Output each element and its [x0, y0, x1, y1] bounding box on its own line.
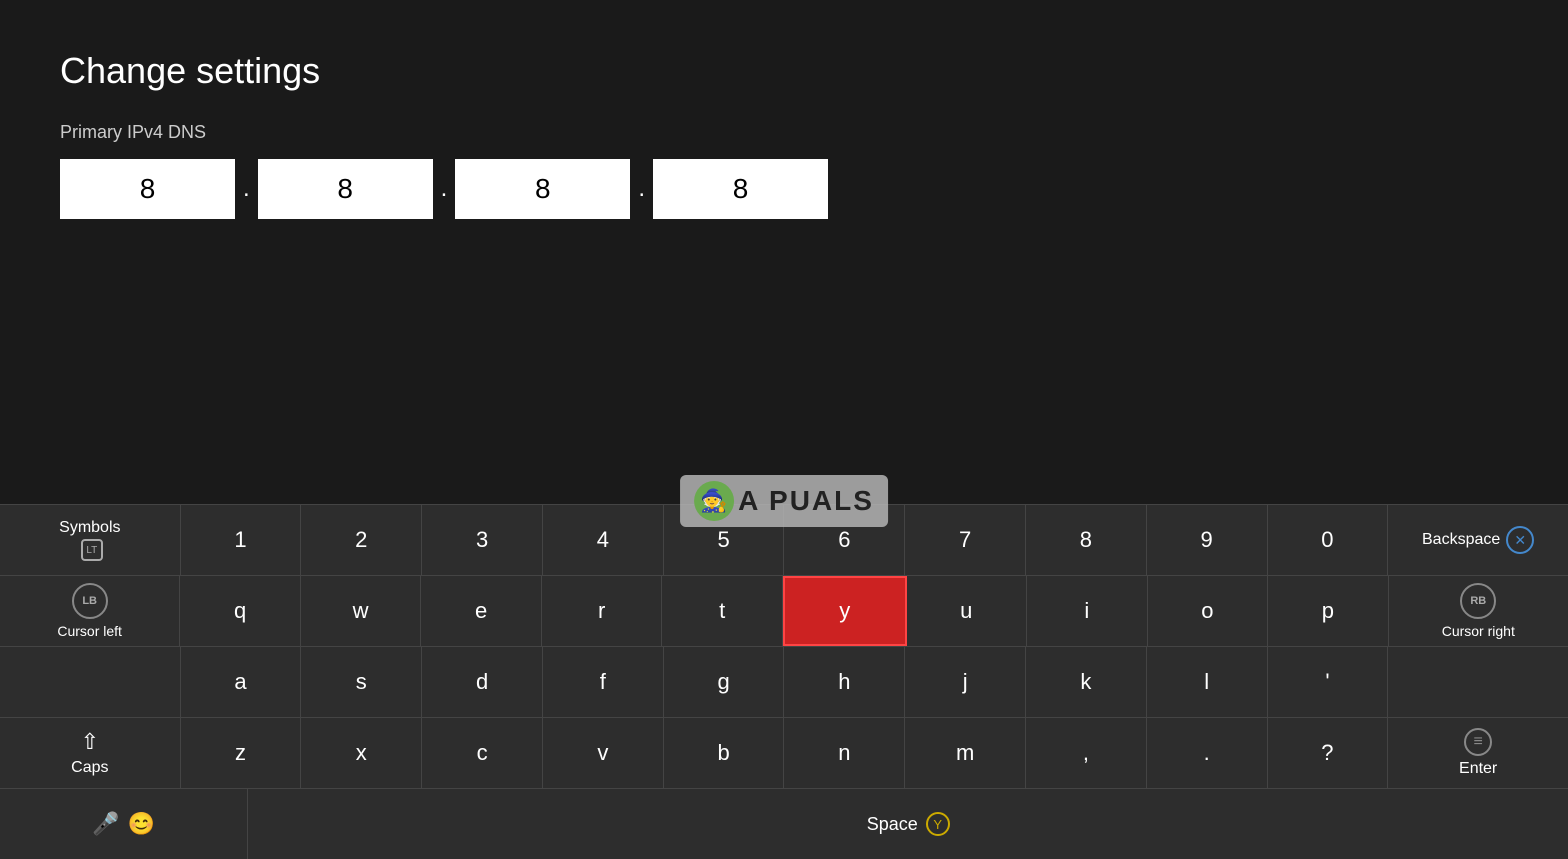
enter-icon: ≡ — [1464, 728, 1492, 756]
mic-emoji-key[interactable]: 🎤 😊 — [0, 789, 248, 859]
key-c[interactable]: c — [422, 718, 543, 788]
key-q[interactable]: q — [180, 576, 301, 646]
key-m[interactable]: m — [905, 718, 1026, 788]
key-u[interactable]: u — [907, 576, 1028, 646]
key-v[interactable]: v — [543, 718, 664, 788]
key-p[interactable]: p — [1268, 576, 1389, 646]
cursor-left-label: Cursor left — [57, 623, 122, 639]
keyboard-rows: Symbols LT 1 2 3 4 5 6 7 8 9 0 Backspace… — [0, 505, 1568, 859]
dns-dot-3: . — [638, 175, 645, 203]
lb-icon: LB — [72, 583, 108, 619]
key-comma[interactable]: , — [1026, 718, 1147, 788]
key-period[interactable]: . — [1147, 718, 1268, 788]
cursor-left-key[interactable]: LB Cursor left — [0, 576, 180, 646]
caps-label: Caps — [71, 759, 108, 777]
key-row-4: ⇧ Caps z x c v b n m , . ? ≡ Enter — [0, 718, 1568, 789]
key-n[interactable]: n — [784, 718, 905, 788]
key-9[interactable]: 9 — [1147, 505, 1268, 575]
key-w[interactable]: w — [301, 576, 422, 646]
key-3[interactable]: 3 — [422, 505, 543, 575]
key-empty-right — [1388, 647, 1568, 717]
enter-key[interactable]: ≡ Enter — [1388, 718, 1568, 788]
page-title: Change settings — [60, 50, 1508, 92]
key-h[interactable]: h — [784, 647, 905, 717]
dns-input-1[interactable]: 8 — [60, 159, 235, 219]
cursor-right-label: Cursor right — [1442, 623, 1515, 639]
key-b[interactable]: b — [664, 718, 785, 788]
key-l[interactable]: l — [1147, 647, 1268, 717]
key-g[interactable]: g — [664, 647, 785, 717]
key-e[interactable]: e — [421, 576, 542, 646]
key-o[interactable]: o — [1148, 576, 1269, 646]
key-0[interactable]: 0 — [1268, 505, 1389, 575]
key-i[interactable]: i — [1027, 576, 1148, 646]
key-t[interactable]: t — [662, 576, 783, 646]
key-row-2: LB Cursor left q w e r t y u i o p RB Cu… — [0, 576, 1568, 647]
key-8[interactable]: 8 — [1026, 505, 1147, 575]
key-apostrophe[interactable]: ' — [1268, 647, 1389, 717]
dns-dot-1: . — [243, 175, 250, 203]
key-y[interactable]: y — [783, 576, 907, 646]
keyboard: 🧙 A PUALS Symbols LT 1 2 3 4 5 6 7 8 9 0… — [0, 504, 1568, 859]
y-button-icon: Y — [926, 812, 950, 836]
backspace-icon: ✕ — [1506, 526, 1534, 554]
dns-input-4[interactable]: 8 — [653, 159, 828, 219]
dns-dot-2: . — [441, 175, 448, 203]
watermark-text: A PUALS — [738, 485, 874, 517]
key-7[interactable]: 7 — [905, 505, 1026, 575]
emoji-icon: 😊 — [128, 811, 155, 837]
caps-key[interactable]: ⇧ Caps — [0, 718, 181, 788]
backspace-key[interactable]: Backspace ✕ — [1388, 505, 1568, 575]
space-label: Space — [867, 814, 918, 835]
key-empty-left — [0, 647, 181, 717]
mic-icon: 🎤 — [92, 811, 119, 837]
key-j[interactable]: j — [905, 647, 1026, 717]
symbols-label: Symbols — [59, 519, 120, 537]
key-k[interactable]: k — [1026, 647, 1147, 717]
caps-icon: ⇧ — [81, 729, 99, 755]
enter-label: Enter — [1459, 760, 1497, 778]
rb-icon: RB — [1460, 583, 1496, 619]
symbols-key[interactable]: Symbols LT — [0, 505, 181, 575]
cursor-right-key[interactable]: RB Cursor right — [1389, 576, 1568, 646]
key-z[interactable]: z — [181, 718, 302, 788]
key-1[interactable]: 1 — [181, 505, 302, 575]
key-2[interactable]: 2 — [301, 505, 422, 575]
backspace-label: Backspace — [1422, 531, 1500, 549]
dns-label: Primary IPv4 DNS — [60, 122, 1508, 143]
key-a[interactable]: a — [181, 647, 302, 717]
dns-inputs: 8 . 8 . 8 . 8 — [60, 159, 1508, 219]
key-question[interactable]: ? — [1268, 718, 1389, 788]
dns-input-2[interactable]: 8 — [258, 159, 433, 219]
key-r[interactable]: r — [542, 576, 663, 646]
key-row-3: a s d f g h j k l ' — [0, 647, 1568, 718]
symbols-badge: LT — [81, 539, 103, 561]
space-key[interactable]: Space Y — [248, 789, 1568, 859]
watermark: 🧙 A PUALS — [680, 475, 888, 527]
key-row-5: 🎤 😊 Space Y — [0, 789, 1568, 859]
key-s[interactable]: s — [301, 647, 422, 717]
top-section: Change settings Primary IPv4 DNS 8 . 8 .… — [0, 0, 1568, 249]
key-d[interactable]: d — [422, 647, 543, 717]
watermark-icon: 🧙 — [694, 481, 734, 521]
key-f[interactable]: f — [543, 647, 664, 717]
key-4[interactable]: 4 — [543, 505, 664, 575]
dns-input-3[interactable]: 8 — [455, 159, 630, 219]
key-x[interactable]: x — [301, 718, 422, 788]
